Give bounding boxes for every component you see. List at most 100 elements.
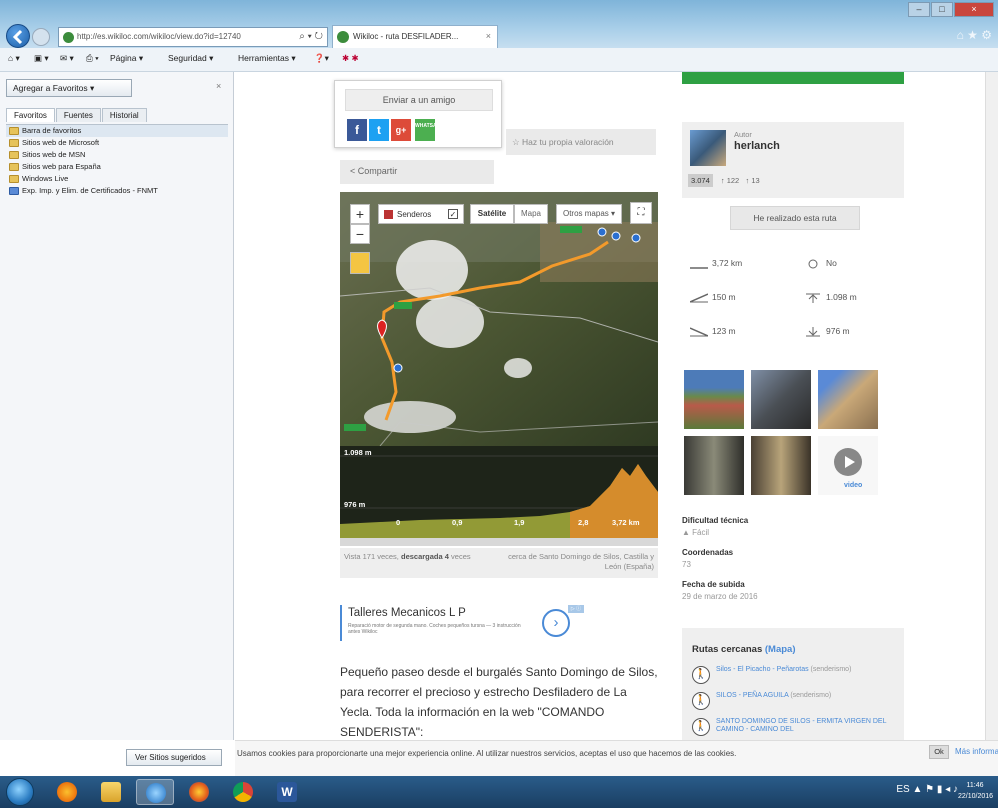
x-tick: 2,8 xyxy=(578,518,589,527)
photo-thumbnail[interactable] xyxy=(751,370,811,429)
map-attribution xyxy=(340,538,658,546)
home-favorites-settings-icons[interactable]: ⌂ ★ ⚙ xyxy=(957,28,992,42)
taskbar-explorer[interactable] xyxy=(92,779,130,805)
firefox-icon xyxy=(189,782,209,802)
google-plus-icon[interactable]: g+ xyxy=(391,119,411,141)
address-tools-icon[interactable]: ⌕ ▾ ↻ xyxy=(299,31,323,42)
favorites-item[interactable]: Barra de favoritos xyxy=(6,125,228,137)
author-points: 3.074 xyxy=(688,174,713,187)
author-card: Autor herlanch 3.074 ↑ 122 ↑ 13 xyxy=(682,122,904,198)
minimize-button[interactable]: – xyxy=(908,2,930,17)
tab-close-icon[interactable]: × xyxy=(486,31,491,41)
cookie-ok-button[interactable]: Ok xyxy=(929,745,949,759)
photo-thumbnail[interactable] xyxy=(684,436,744,495)
trails-layer-toggle[interactable]: Senderos ✓ xyxy=(378,204,464,224)
mail-icon[interactable]: ✉ ▾ xyxy=(60,53,74,64)
satellite-map-image xyxy=(340,192,658,446)
tab-fuentes[interactable]: Fuentes xyxy=(55,108,101,122)
home-icon[interactable]: ⌂ ▾ xyxy=(8,53,20,64)
favorites-item[interactable]: Sitios web de Microsoft xyxy=(6,137,228,149)
cookie-banner: Usamos cookies para proporcionarte una m… xyxy=(235,740,998,776)
ascent-icon xyxy=(690,293,708,303)
nearby-routes: Rutas cercanas (Mapa) 🚶 Silos - El Picac… xyxy=(682,628,904,740)
cmd-herramientas[interactable]: Herramientas ▾ xyxy=(238,53,296,64)
cookie-more-info-link[interactable]: Más información xyxy=(955,747,998,756)
advertisement[interactable]: Talleres Mecanicos L P Reparació motor d… xyxy=(340,605,584,641)
stat-ascent: 150 m xyxy=(690,292,736,303)
media-player-icon xyxy=(57,782,77,802)
route-done-button[interactable]: He realizado esta ruta xyxy=(730,206,860,230)
fullscreen-icon[interactable]: ⛶ xyxy=(630,202,652,224)
layer-checkbox[interactable]: ✓ xyxy=(448,209,458,219)
folder-icon xyxy=(9,139,19,147)
feeds-icon[interactable]: ▣ ▾ xyxy=(34,53,49,64)
share-button[interactable]: < Compartir xyxy=(340,160,494,184)
addon-icons[interactable]: ✱ ✱ xyxy=(342,53,359,64)
route-map[interactable]: + − Senderos ✓ Satélite Mapa Otros mapas… xyxy=(340,192,658,546)
satellite-button[interactable]: Satélite xyxy=(470,204,514,224)
hiker-icon: 🚶 xyxy=(692,692,710,710)
taskbar-clock[interactable]: 11:46 22/10/2016 xyxy=(958,780,993,802)
close-button[interactable]: × xyxy=(954,2,994,17)
favorites-item[interactable]: Exp. Imp. y Elim. de Certificados - FNMT xyxy=(6,185,228,197)
add-to-favorites-button[interactable]: Agregar a Favoritos ▾ xyxy=(6,79,132,97)
author-avatar[interactable] xyxy=(690,130,726,166)
vertical-scrollbar[interactable] xyxy=(985,72,998,740)
windows-taskbar: W ES ▲ ⚑ ▮ ◂ ♪ 11:46 22/10/2016 xyxy=(0,776,998,808)
map-view-button[interactable]: Mapa xyxy=(514,204,548,224)
forward-button[interactable] xyxy=(32,28,50,46)
adchoices-icon[interactable]: ▷ ⓘ xyxy=(568,605,584,613)
arrow-left-icon xyxy=(12,29,23,45)
other-maps-dropdown[interactable]: Otros mapas ▾ xyxy=(556,204,622,224)
download-button-bar[interactable] xyxy=(682,72,904,84)
zoom-out-button[interactable]: − xyxy=(350,224,370,244)
maximize-button[interactable]: □ xyxy=(931,2,953,17)
nearby-route-item[interactable]: 🚶 Silos - El Picacho - Peñarotas (sender… xyxy=(692,664,898,686)
ad-subtitle: Reparació motor de segunda mano. Coches … xyxy=(348,623,521,635)
video-thumbnail[interactable]: video xyxy=(818,436,878,495)
photo-thumbnail[interactable] xyxy=(751,436,811,495)
photo-thumbnail[interactable] xyxy=(818,370,878,429)
start-button[interactable] xyxy=(6,778,34,806)
favorites-close-icon[interactable]: × xyxy=(216,81,221,91)
taskbar-media-player[interactable] xyxy=(48,779,86,805)
address-bar[interactable]: http://es.wikiloc.com/wikiloc/view.do?id… xyxy=(58,27,328,47)
favorites-item[interactable]: Windows Live xyxy=(6,173,228,185)
rate-button[interactable]: ☆ Haz tu propia valoración xyxy=(506,129,656,155)
print-icon[interactable]: ⎙ ▾ xyxy=(86,53,99,64)
author-name[interactable]: herlanch xyxy=(734,140,780,152)
cmd-pagina[interactable]: Página ▾ xyxy=(110,53,143,64)
facebook-icon[interactable]: f xyxy=(347,119,367,141)
x-tick: 1,9 xyxy=(514,518,525,527)
help-icon[interactable]: ❓▾ xyxy=(314,53,329,64)
nearby-route-item[interactable]: 🚶 SILOS - PEÑA AGUILA (senderismo) xyxy=(692,690,898,712)
distance-icon xyxy=(690,259,708,269)
send-to-friend-button[interactable]: Enviar a un amigo xyxy=(345,89,493,111)
internet-explorer-icon xyxy=(146,783,166,803)
nearby-route-item[interactable]: 🚶 SANTO DOMINGO DE SILOS - ERMITA VIRGEN… xyxy=(692,716,898,738)
elevation-profile: 1.098 m 976 m 0 0,9 1,9 2,8 3,72 km xyxy=(340,446,658,538)
stat-descent: 123 m xyxy=(690,326,736,337)
ad-title[interactable]: Talleres Mecanicos L P xyxy=(348,607,466,619)
taskbar-firefox[interactable] xyxy=(180,779,218,805)
tab-favoritos[interactable]: Favoritos xyxy=(6,108,55,122)
taskbar-internet-explorer[interactable] xyxy=(136,779,174,805)
taskbar-chrome[interactable] xyxy=(224,779,262,805)
back-button[interactable] xyxy=(6,24,30,48)
chevron-right-icon[interactable]: › xyxy=(542,609,570,637)
nearby-map-link[interactable]: (Mapa) xyxy=(765,644,796,655)
upload-date-info: Fecha de subida 29 de marzo de 2016 xyxy=(682,580,758,601)
suggested-sites-button[interactable]: Ver Sitios sugeridos xyxy=(126,749,222,766)
favorites-item[interactable]: Sitios web para España xyxy=(6,161,228,173)
favorites-item[interactable]: Sitios web de MSN xyxy=(6,149,228,161)
whatsapp-icon[interactable]: WHATSAPP xyxy=(415,119,443,141)
cmd-seguridad[interactable]: Seguridad ▾ xyxy=(168,53,213,64)
tab-historial[interactable]: Historial xyxy=(101,108,147,122)
zoom-in-button[interactable]: + xyxy=(350,204,370,224)
photo-thumbnail[interactable] xyxy=(684,370,744,429)
street-view-pegman-icon[interactable] xyxy=(350,252,370,274)
twitter-icon[interactable]: t xyxy=(369,119,389,141)
taskbar-word[interactable]: W xyxy=(268,779,306,805)
browser-tab[interactable]: Wikiloc - ruta DESFILADER... × xyxy=(332,25,498,48)
system-tray-icons[interactable]: ES ▲ ⚑ ▮ ◂ ♪ xyxy=(896,784,958,795)
